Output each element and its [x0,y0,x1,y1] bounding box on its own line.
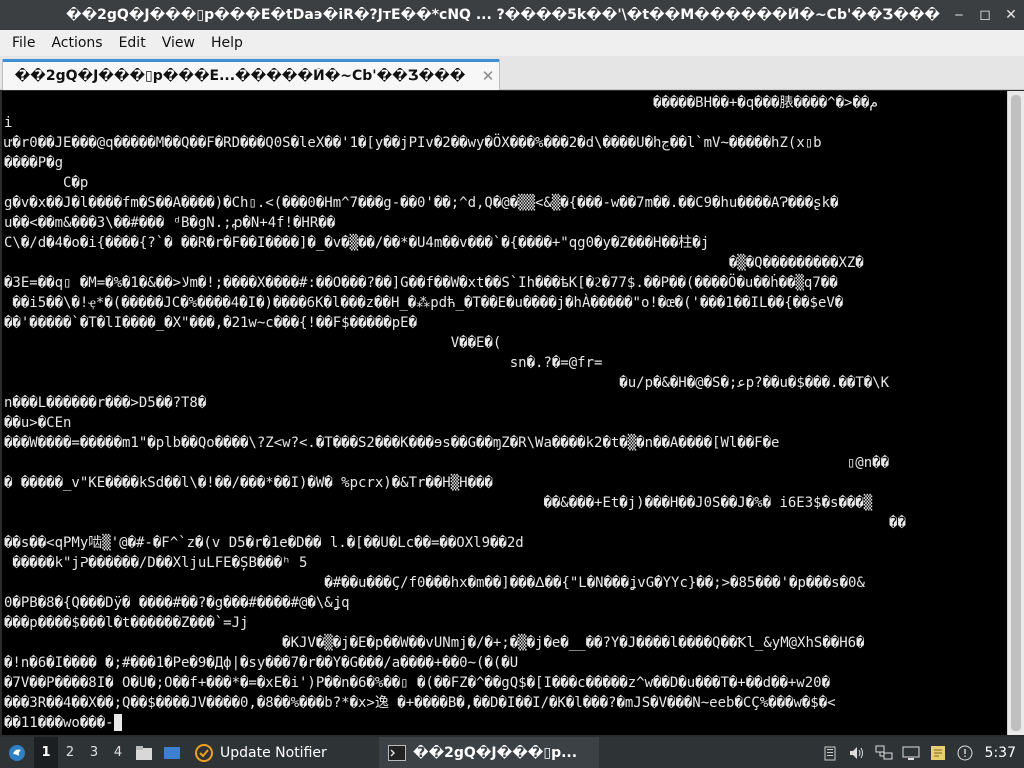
terminal-line: �7V��P����8I� O�U�;O��f+���*�=�xE�i')P��… [4,675,831,691]
network-icon[interactable] [871,737,898,768]
terminal-line: ��s��<qPMy啮▒'@�#-�F^`z�(v D5�r�1e�D�� l.… [4,535,524,551]
terminal-line: �� [4,515,906,531]
terminal-line: ư�r0��JE���@q�����M��Q��F�RD���Q0S�leX��… [4,135,822,151]
menu-help[interactable]: Help [203,35,251,51]
menu-actions[interactable]: Actions [43,35,110,51]
terminal-line: ���3R��4��X��;Q��$����JV����0,�8��%���b?… [4,695,836,711]
terminal-line: �����BH��+�q���脿����^�>��م [4,95,878,111]
terminal-line: i [4,115,13,131]
window-title: ��2gQ�J���▯p���E�tDa϶�iR�?JтE��*cNQ ... … [65,7,940,23]
system-tray: 5:37 [817,737,1024,768]
terminal-icon [387,743,407,763]
terminal-tab[interactable]: ��2gQ�J���▯p���E...�����Й�~Cb'��Ʒ��� ✕ [2,59,500,90]
terminal-line: g�v�x��J�l����fm�S��A����)�Ch▯.<(���0�Hm… [4,195,839,211]
terminal-line: �3E=��q▯ �M=�%�1�&��>ﻻm�!;����X����#:��O… [4,275,838,291]
window-titlebar[interactable]: ��2gQ�J���▯p���E�tDa϶�iR�?JтE��*cNQ ... … [0,0,1024,30]
workspace-1[interactable]: 1 [34,737,58,768]
terminal-line: �▒�Q���������XZ� [4,255,864,271]
volume-icon[interactable] [844,737,871,768]
terminal-line: C�p [4,175,89,191]
terminal-line: 0�PB�8�{Q���Dÿ� ����#��?�g���#����#@�\&ʝ… [4,595,350,611]
scrollbar-thumb[interactable] [1011,95,1021,731]
minimize-button[interactable]: ‒ [946,0,972,30]
terminal-line: ���p����$���l�t������Z���`=Jj [4,615,249,631]
workspace-4[interactable]: 4 [106,737,130,768]
clipboard-icon[interactable] [817,737,844,768]
terminal-line: ▯@n�� [4,455,890,471]
terminal-line: �u/p�&�H�@�S�;ﻋp?��u�$���.��T�\K [4,375,890,391]
maximize-button[interactable]: ◻ [972,0,998,30]
terminal-line: C\�/d�4�o�i{����{?`� ��R�r�F��I����]�_�v… [4,235,710,251]
terminal-line: n���L������r���>D5��?T8� [4,395,207,411]
display-icon[interactable] [898,737,925,768]
menu-file[interactable]: File [4,35,43,51]
terminal-line: ��11���wo���- [4,713,1007,733]
terminal-line: �KJV�▒�j�E�p��W��vUNmj�/�+;�▒�j�e�__��?Y… [4,635,865,651]
terminal-line: ��i5��\�!ҿ*�(�����JC�%����4�I�)����6K�l�… [4,295,844,311]
menu-view[interactable]: View [154,35,203,51]
workspace-3[interactable]: 3 [82,737,106,768]
file-manager-launcher-icon[interactable] [130,737,158,768]
notification-icon[interactable] [952,737,979,768]
terminal-tab-label: ��2gQ�J���▯p���E...�����Й�~Cb'��Ʒ��� [14,68,466,84]
tab-close-icon[interactable]: ✕ [477,67,499,85]
start-menu-icon[interactable] [0,737,34,768]
terminal-task-label: ��2gQ�J���▯p... [413,744,578,761]
taskbar: 1 2 3 4 Update Notifier ��2gQ�J���▯p... [0,737,1024,768]
taskbar-clock[interactable]: 5:37 [979,745,1024,761]
menu-edit[interactable]: Edit [111,35,154,51]
terminal-line: ��'�����`�T�lI����_�X"���,�21w~c���{!��F… [4,315,418,331]
terminal-line: � �����_v"KE����kSd��l\�!��/���*��I)�W� … [4,475,493,491]
terminal-line: ����P�g [4,155,64,171]
workspace-2[interactable]: 2 [58,737,82,768]
terminal-line: ��&���+Et�j)���H��J0S��J�%� i6E3$�s���▒ [4,495,873,511]
terminal-line: �!n�6�I���� �;#���1�Pe�9�Дф|�sy���7�r��Y… [4,655,519,671]
terminal-line: sn�.?�=@fr= [4,355,603,371]
update-notifier-icon [194,743,214,763]
terminal-scrollbar[interactable] [1007,91,1024,735]
notes-icon[interactable] [925,737,952,768]
tab-bar: ��2gQ�J���▯p���E...�����Й�~Cb'��Ʒ��� ✕ [0,56,1024,90]
menubar: File Actions Edit View Help [0,30,1024,56]
terminal-line: ��u>�CEn [4,415,72,431]
task-terminal[interactable]: ��2gQ�J���▯p... [379,737,599,768]
update-notifier-label: Update Notifier [220,744,327,761]
terminal-line: u��<��m&���3\��#��� ᵈB�gN.;ꝓ�N+4f!�HR�� [4,215,336,231]
close-button[interactable]: ✕ [998,0,1024,30]
terminal-line: V��E�( [4,335,502,351]
terminal-line: �����k"jᕈ������/D��XljuLFE�ȘB���ʰ 5 [4,555,308,571]
show-desktop-icon[interactable] [158,737,186,768]
task-update-notifier[interactable]: Update Notifier [186,737,376,768]
terminal-line: ���W����=�����m1"�plb��Qo����\?Z<w?<.�T�… [4,435,780,451]
terminal-line: �#��u���Ç/f0���hx�m��]���ᐃ��{"L�N���ʝvG�… [4,575,865,591]
terminal-cursor [113,714,122,731]
terminal-output[interactable]: �����BH��+�q���脿����^�>��م i ư�r0��JE���@q… [2,91,1007,735]
